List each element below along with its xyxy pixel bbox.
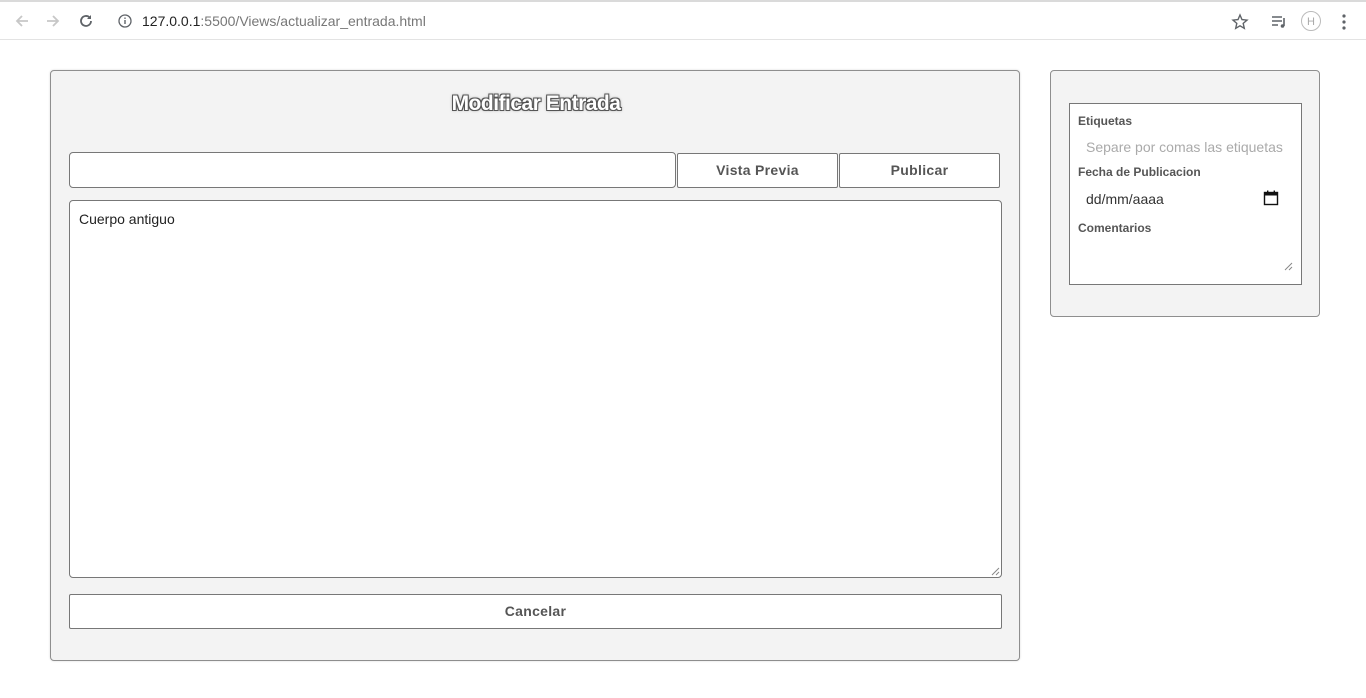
resize-handle-icon[interactable] [1284,262,1293,271]
publish-button[interactable]: Publicar [839,153,1000,188]
url-path: :5500/Views/actualizar_entrada.html [200,13,426,29]
settings-box: Etiquetas Fecha de Publicacion dd/mm/aaa… [1069,103,1302,285]
comments-label: Comentarios [1078,221,1152,235]
browser-toolbar: 127.0.0.1:5500/Views/actualizar_entrada.… [0,0,1366,40]
forward-arrow-icon[interactable] [43,11,63,31]
entry-title-input[interactable] [69,152,676,188]
settings-panel: Etiquetas Fecha de Publicacion dd/mm/aaa… [1050,70,1320,317]
star-icon[interactable] [1230,12,1250,32]
editor-panel: Modificar Entrada Vista Previa Publicar … [50,70,1020,661]
page-title: Modificar Entrada [451,92,621,115]
cancel-button[interactable]: Cancelar [69,594,1002,629]
tags-input[interactable] [1078,136,1294,158]
publish-date-input[interactable]: dd/mm/aaaa [1086,191,1164,207]
info-icon[interactable] [118,14,132,28]
tags-label: Etiquetas [1078,114,1133,128]
kebab-menu-icon[interactable] [1334,12,1354,32]
entry-body-textarea[interactable]: Cuerpo antiguo [69,200,1002,578]
address-bar[interactable]: 127.0.0.1:5500/Views/actualizar_entrada.… [142,13,426,29]
resize-handle-icon[interactable] [991,567,1000,576]
url-host: 127.0.0.1 [142,13,201,29]
media-queue-icon[interactable] [1269,12,1289,32]
reload-icon[interactable] [76,11,96,31]
back-arrow-icon[interactable] [12,11,32,31]
extension-icon[interactable]: H [1301,11,1321,31]
calendar-icon[interactable] [1263,190,1279,206]
comments-textarea[interactable] [1078,239,1298,277]
publish-date-label: Fecha de Publicacion [1078,165,1201,179]
preview-button[interactable]: Vista Previa [677,153,838,188]
